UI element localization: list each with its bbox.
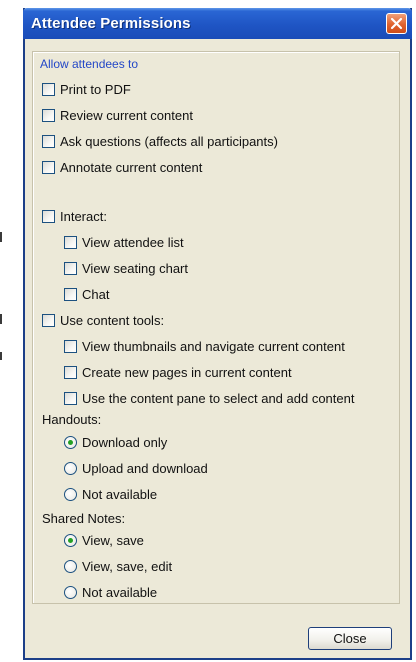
background-window-edge bbox=[0, 314, 2, 324]
interact-label: Interact: bbox=[60, 209, 107, 224]
view-attendee-list-checkbox[interactable] bbox=[64, 236, 77, 249]
create-pages-checkbox[interactable] bbox=[64, 366, 77, 379]
shared-notes-heading: Shared Notes: bbox=[42, 511, 126, 526]
handouts-heading: Handouts: bbox=[42, 412, 102, 427]
background-window-edge bbox=[0, 352, 2, 360]
view-thumbnails-option[interactable]: View thumbnails and navigate current con… bbox=[64, 339, 345, 354]
review-content-option[interactable]: Review current content bbox=[42, 108, 193, 123]
view-seating-chart-label: View seating chart bbox=[82, 261, 188, 276]
annotate-content-label: Annotate current content bbox=[60, 160, 203, 175]
handouts-download-only-label: Download only bbox=[82, 435, 168, 450]
ask-questions-checkbox[interactable] bbox=[42, 135, 55, 148]
handouts-upload-download-option[interactable]: Upload and download bbox=[64, 461, 208, 476]
dialog-title: Attendee Permissions bbox=[31, 15, 191, 32]
interact-checkbox[interactable] bbox=[42, 210, 55, 223]
view-thumbnails-label: View thumbnails and navigate current con… bbox=[82, 339, 345, 354]
interact-option[interactable]: Interact: bbox=[42, 209, 107, 224]
chat-label: Chat bbox=[82, 287, 110, 302]
notes-view-save-edit-label: View, save, edit bbox=[82, 559, 173, 574]
notes-view-save-edit-radio[interactable] bbox=[64, 560, 77, 573]
handouts-not-available-option[interactable]: Not available bbox=[64, 487, 157, 502]
close-icon-glyph bbox=[390, 17, 403, 30]
view-attendee-list-option[interactable]: View attendee list bbox=[64, 235, 184, 250]
review-content-checkbox[interactable] bbox=[42, 109, 55, 122]
notes-view-save-radio[interactable] bbox=[64, 534, 77, 547]
handouts-not-available-label: Not available bbox=[82, 487, 158, 502]
title-bar: Attendee Permissions bbox=[23, 8, 412, 39]
handouts-download-only-radio[interactable] bbox=[64, 436, 77, 449]
use-content-tools-label: Use content tools: bbox=[60, 313, 165, 328]
notes-view-save-edit-option[interactable]: View, save, edit bbox=[64, 559, 172, 574]
close-button[interactable]: Close bbox=[308, 627, 392, 650]
annotate-content-option[interactable]: Annotate current content bbox=[42, 160, 202, 175]
chat-option[interactable]: Chat bbox=[64, 287, 109, 302]
notes-view-save-label: View, save bbox=[82, 533, 144, 548]
create-pages-label: Create new pages in current content bbox=[82, 365, 292, 380]
handouts-upload-download-radio[interactable] bbox=[64, 462, 77, 475]
handouts-upload-download-label: Upload and download bbox=[82, 461, 208, 476]
use-content-pane-checkbox[interactable] bbox=[64, 392, 77, 405]
print-to-pdf-label: Print to PDF bbox=[60, 82, 131, 97]
print-to-pdf-checkbox[interactable] bbox=[42, 83, 55, 96]
create-pages-option[interactable]: Create new pages in current content bbox=[64, 365, 292, 380]
notes-not-available-option[interactable]: Not available bbox=[64, 585, 157, 600]
notes-not-available-label: Not available bbox=[82, 585, 158, 600]
annotate-content-checkbox[interactable] bbox=[42, 161, 55, 174]
ask-questions-label: Ask questions (affects all participants) bbox=[60, 134, 278, 149]
use-content-pane-option[interactable]: Use the content pane to select and add c… bbox=[64, 391, 354, 406]
review-content-label: Review current content bbox=[60, 108, 193, 123]
close-icon[interactable] bbox=[386, 13, 407, 34]
use-content-tools-checkbox[interactable] bbox=[42, 314, 55, 327]
ask-questions-option[interactable]: Ask questions (affects all participants) bbox=[42, 134, 278, 149]
background-window-edge bbox=[0, 232, 2, 242]
notes-not-available-radio[interactable] bbox=[64, 586, 77, 599]
notes-view-save-option[interactable]: View, save bbox=[64, 533, 144, 548]
handouts-not-available-radio[interactable] bbox=[64, 488, 77, 501]
view-seating-chart-checkbox[interactable] bbox=[64, 262, 77, 275]
chat-checkbox[interactable] bbox=[64, 288, 77, 301]
group-legend: Allow attendees to bbox=[40, 57, 139, 71]
view-attendee-list-label: View attendee list bbox=[82, 235, 184, 250]
use-content-tools-option[interactable]: Use content tools: bbox=[42, 313, 164, 328]
view-seating-chart-option[interactable]: View seating chart bbox=[64, 261, 188, 276]
view-thumbnails-checkbox[interactable] bbox=[64, 340, 77, 353]
print-to-pdf-option[interactable]: Print to PDF bbox=[42, 82, 131, 97]
handouts-download-only-option[interactable]: Download only bbox=[64, 435, 167, 450]
use-content-pane-label: Use the content pane to select and add c… bbox=[82, 391, 355, 406]
